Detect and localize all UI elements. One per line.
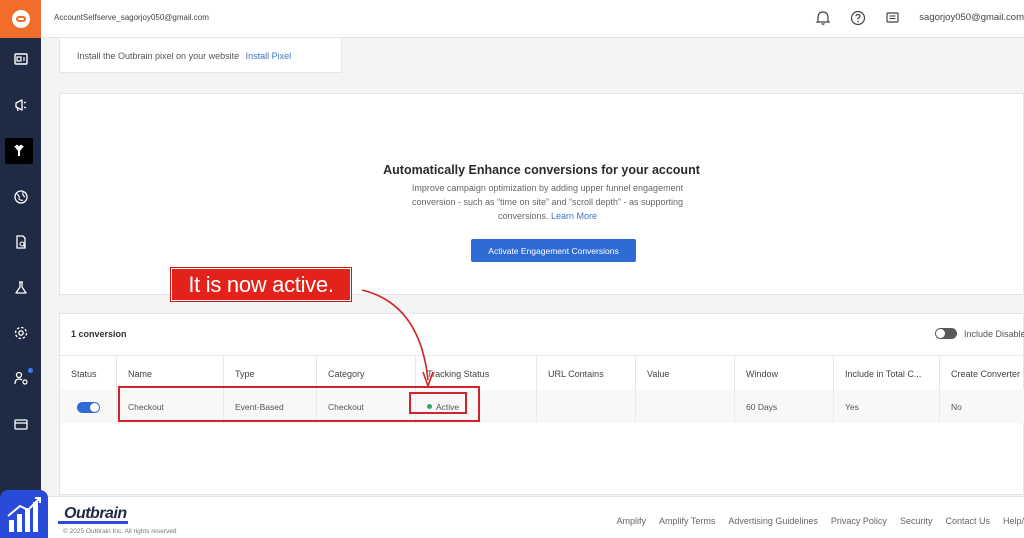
col-create-converter[interactable]: Create Converter xyxy=(940,356,1024,391)
footer-link-advertising-guidelines[interactable]: Advertising Guidelines xyxy=(728,516,818,526)
user-email[interactable]: sagorjoy050@gmail.com xyxy=(919,12,1024,23)
footer-link-contact-us[interactable]: Contact Us xyxy=(945,516,990,526)
status-toggle[interactable] xyxy=(77,402,100,413)
desc-line-2: conversion - such as “time on site” and … xyxy=(411,197,684,207)
row-create-converter: No xyxy=(951,401,962,412)
footer-link-privacy-policy[interactable]: Privacy Policy xyxy=(831,516,887,526)
include-disabled-toggle[interactable] xyxy=(935,328,957,339)
table-header: Status Name Type Category Tracking Statu… xyxy=(60,355,1024,391)
engagement-description: Improve campaign optimization by adding … xyxy=(395,181,700,223)
pixel-install-text: Install the Outbrain pixel on your websi… xyxy=(77,51,240,61)
settings-icon[interactable] xyxy=(0,317,41,349)
footer: Outbrain © 2025 Outbrain Inc. All rights… xyxy=(41,496,1024,538)
globe-icon[interactable] xyxy=(0,181,41,213)
watermark-underline xyxy=(58,521,128,524)
billing-icon[interactable] xyxy=(0,408,41,440)
watermark-badge xyxy=(0,490,48,538)
messages-icon[interactable] xyxy=(884,9,902,27)
notification-dot xyxy=(28,368,33,373)
account-name[interactable]: AccountSelfserve_sagorjoy050@gmail.com xyxy=(54,13,209,22)
reports-icon[interactable] xyxy=(0,226,41,258)
user-settings-icon[interactable] xyxy=(0,362,41,394)
row-status-cell xyxy=(60,390,117,423)
col-include-total[interactable]: Include in Total C... xyxy=(834,356,940,391)
chart-growth-icon xyxy=(7,497,41,532)
conversion-count: 1 conversion xyxy=(71,329,127,339)
engagement-title: Automatically Enhance conversions for yo… xyxy=(383,163,700,177)
learn-more-link[interactable]: Learn More xyxy=(551,211,597,221)
col-status[interactable]: Status xyxy=(60,356,117,391)
logo-icon xyxy=(11,10,30,28)
pixel-install-card: Install the Outbrain pixel on your websi… xyxy=(59,38,342,73)
outbrain-logo[interactable] xyxy=(0,0,41,38)
help-icon[interactable] xyxy=(849,9,867,27)
activate-engagement-button[interactable]: Activate Engagement Conversions xyxy=(471,239,636,262)
sidebar xyxy=(0,0,41,538)
conversions-icon[interactable] xyxy=(5,138,33,164)
col-window[interactable]: Window xyxy=(735,356,834,391)
desc-line-1: Improve campaign optimization by adding … xyxy=(411,183,684,193)
footer-link-security[interactable]: Security xyxy=(900,516,933,526)
include-disabled-label: Include Disabled xyxy=(964,329,1024,339)
copyright: © 2025 Outbrain Inc. All rights reserved xyxy=(63,528,177,535)
dashboard-icon[interactable] xyxy=(0,43,41,75)
footer-link-amplify[interactable]: Amplify xyxy=(617,516,647,526)
footer-link-amplify-terms[interactable]: Amplify Terms xyxy=(659,516,715,526)
row-include-total: Yes xyxy=(834,390,940,423)
footer-link-help[interactable]: Help/ xyxy=(1003,516,1024,526)
engagement-conversions-card: Automatically Enhance conversions for yo… xyxy=(59,93,1024,295)
footer-links: Amplify Amplify Terms Advertising Guidel… xyxy=(604,516,1024,526)
row-value xyxy=(636,390,735,423)
desc-line-3: conversions. xyxy=(497,211,549,221)
col-url-contains[interactable]: URL Contains xyxy=(537,356,636,391)
install-pixel-link[interactable]: Install Pixel xyxy=(246,51,292,61)
megaphone-icon[interactable] xyxy=(0,89,41,121)
annotation-arrow xyxy=(361,289,434,389)
row-window: 60 Days xyxy=(735,390,834,423)
bell-icon[interactable] xyxy=(814,9,832,27)
lab-icon[interactable] xyxy=(0,272,41,304)
annotation-callout: It is now active. xyxy=(171,268,351,301)
top-header: AccountSelfserve_sagorjoy050@gmail.com s… xyxy=(41,0,1024,38)
row-url-contains xyxy=(537,390,636,423)
col-value[interactable]: Value xyxy=(636,356,735,391)
